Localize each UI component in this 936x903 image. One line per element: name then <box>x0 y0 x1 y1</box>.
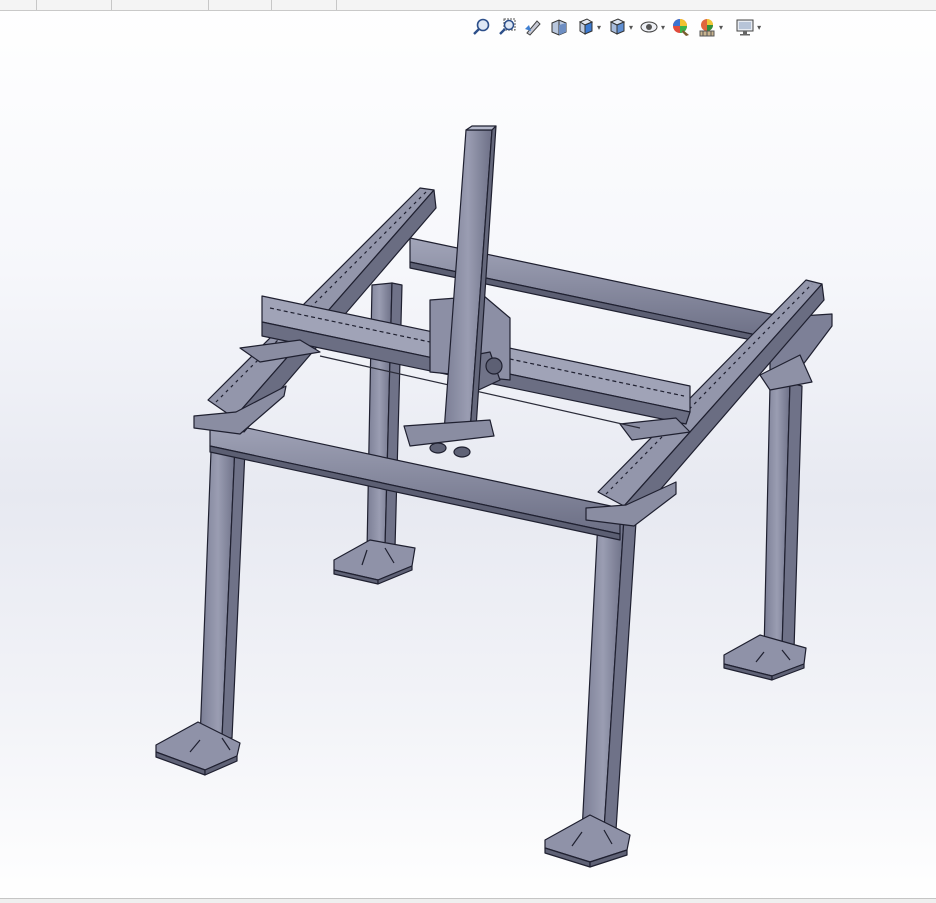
leg-front-left <box>155 422 247 776</box>
view-settings-icon[interactable] <box>734 16 756 38</box>
edit-appearance-icon[interactable] <box>670 16 692 38</box>
apply-scene-caret-icon[interactable]: ▾ <box>719 23 723 32</box>
view-orientation-caret-icon[interactable]: ▾ <box>597 23 601 32</box>
view-settings-caret-icon[interactable]: ▾ <box>757 23 761 32</box>
gantry-frame-model[interactable] <box>0 0 936 903</box>
zoom-to-area-icon[interactable] <box>496 16 518 38</box>
graphics-area[interactable]: ▾ ▾ ▾ ▾ ▾ <box>0 0 936 903</box>
view-orientation-icon[interactable] <box>574 16 596 38</box>
status-bar <box>0 898 936 903</box>
previous-view-icon[interactable] <box>522 16 544 38</box>
leg-front-right <box>544 517 637 868</box>
zoom-to-fit-icon[interactable] <box>470 16 492 38</box>
display-style-icon[interactable] <box>606 16 628 38</box>
apply-scene-icon[interactable] <box>696 16 718 38</box>
z-column <box>403 125 497 458</box>
leg-back-right <box>723 382 807 681</box>
hide-show-caret-icon[interactable]: ▾ <box>661 23 665 32</box>
heads-up-view-toolbar: ▾ ▾ ▾ ▾ ▾ <box>470 14 766 40</box>
display-style-caret-icon[interactable]: ▾ <box>629 23 633 32</box>
hide-show-items-icon[interactable] <box>638 16 660 38</box>
section-view-icon[interactable] <box>548 16 570 38</box>
